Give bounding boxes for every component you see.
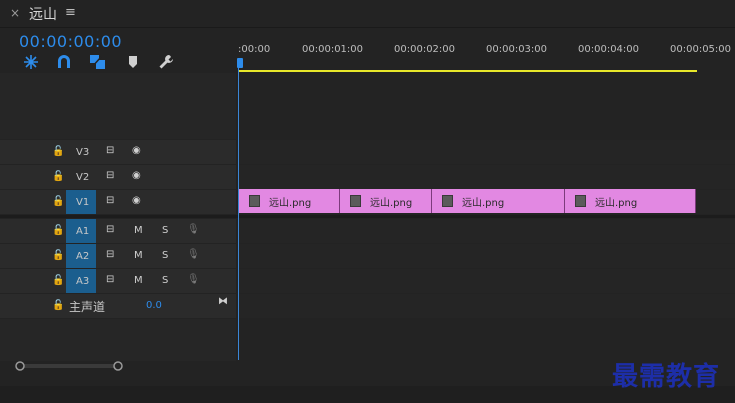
track-header-v2: 🔓 V2 ⊟ ◉	[0, 165, 236, 189]
sequence-tab-title[interactable]: 远山	[29, 4, 57, 24]
track-name-a3[interactable]: A3	[76, 276, 89, 287]
track-lane-v3[interactable]	[238, 140, 735, 164]
track-lane-a2[interactable]	[238, 244, 735, 268]
playhead-handle[interactable]	[237, 58, 243, 68]
ruler-tick-label: 00:00:05:00	[670, 44, 732, 55]
track-name-v3[interactable]: V3	[76, 147, 89, 158]
track-header-a3: 🔓 A3 ⊟ M S 🎙	[0, 269, 236, 293]
close-tab-icon[interactable]: ×	[10, 6, 20, 20]
microphone-icon[interactable]: 🎙	[187, 249, 200, 260]
track-lane-v2[interactable]	[238, 165, 735, 189]
sync-lock-icon[interactable]: ⊟	[106, 249, 114, 260]
clip-label: 远山.png	[370, 198, 413, 209]
clip-label: 远山.png	[462, 198, 505, 209]
video-audio-divider[interactable]	[0, 215, 735, 218]
lock-icon[interactable]: 🔓	[52, 300, 64, 311]
track-name-a1[interactable]: A1	[76, 226, 89, 237]
sync-lock-icon[interactable]: ⊟	[106, 224, 114, 235]
clip[interactable]: 远山.png	[239, 189, 340, 213]
sync-lock-icon[interactable]: ⊟	[106, 170, 114, 181]
master-volume-value[interactable]: 0.0	[146, 300, 162, 311]
eye-icon[interactable]: ◉	[132, 170, 141, 181]
ruler-tick-label: :00:00	[238, 44, 271, 55]
linked-selection-icon[interactable]	[89, 54, 107, 70]
microphone-icon[interactable]: 🎙	[187, 224, 200, 235]
clip-label: 远山.png	[269, 198, 312, 209]
track-header-a1: 🔓 A1 ⊟ M S 🎙	[0, 219, 236, 243]
ruler-tick-label: 00:00:02:00	[394, 44, 456, 55]
panel-title-bar	[0, 0, 735, 28]
lock-icon[interactable]: 🔓	[52, 275, 64, 286]
magnet-icon[interactable]	[55, 54, 73, 70]
track-name-v1[interactable]: V1	[76, 197, 89, 208]
solo-button[interactable]: S	[162, 225, 168, 236]
zoom-scrollbar[interactable]	[14, 361, 124, 371]
mute-button[interactable]: M	[134, 225, 143, 236]
go-to-bounds-icon[interactable]: ⧓	[218, 296, 228, 307]
mute-button[interactable]: M	[134, 250, 143, 261]
track-header-v1: 🔓 V1 ⊟ ◉	[0, 190, 236, 214]
work-area-bar[interactable]	[238, 70, 697, 72]
sync-lock-icon[interactable]: ⊟	[106, 274, 114, 285]
image-clip-icon	[249, 195, 260, 207]
image-clip-icon	[350, 195, 361, 207]
clip[interactable]: 远山.png	[340, 189, 432, 213]
eye-icon[interactable]: ◉	[132, 195, 141, 206]
watermark: 最需教育	[612, 362, 721, 392]
eye-icon[interactable]: ◉	[132, 145, 141, 156]
clip[interactable]: 远山.png	[432, 189, 565, 213]
image-clip-icon	[575, 195, 586, 207]
playhead-timecode[interactable]: 00:00:00:00	[19, 32, 122, 51]
solo-button[interactable]: S	[162, 250, 168, 261]
track-lane-master[interactable]	[238, 294, 735, 318]
snap-icon[interactable]	[22, 54, 40, 70]
timeline-empty-area	[238, 73, 735, 139]
panel-menu-icon[interactable]: ≡	[65, 5, 76, 20]
clip-label: 远山.png	[595, 198, 638, 209]
lock-icon[interactable]: 🔓	[52, 196, 64, 207]
playhead-line[interactable]	[238, 68, 239, 360]
image-clip-icon	[442, 195, 453, 207]
ruler-tick-label: 00:00:01:00	[302, 44, 364, 55]
lock-icon[interactable]: 🔓	[52, 250, 64, 261]
lock-icon[interactable]: 🔓	[52, 146, 64, 157]
time-ruler[interactable]: :00:00 00:00:01:00 00:00:02:00 00:00:03:…	[238, 30, 735, 72]
track-header-v3: 🔓 V3 ⊟ ◉	[0, 140, 236, 164]
marker-icon[interactable]	[125, 54, 143, 70]
track-header-empty-area	[0, 73, 236, 139]
ruler-tick-label: 00:00:04:00	[578, 44, 640, 55]
wrench-icon[interactable]	[158, 54, 176, 70]
lock-icon[interactable]: 🔓	[52, 225, 64, 236]
mute-button[interactable]: M	[134, 275, 143, 286]
clip[interactable]: 远山.png	[565, 189, 696, 213]
lock-icon[interactable]: 🔓	[52, 171, 64, 182]
master-track-label: 主声道	[69, 300, 106, 314]
track-header-master: 🔓 主声道 0.0 ⧓	[0, 294, 236, 318]
track-name-a2[interactable]: A2	[76, 251, 89, 262]
track-header-a2: 🔓 A2 ⊟ M S 🎙	[0, 244, 236, 268]
sync-lock-icon[interactable]: ⊟	[106, 145, 114, 156]
microphone-icon[interactable]: 🎙	[187, 274, 200, 285]
timeline-empty-area	[238, 319, 735, 361]
solo-button[interactable]: S	[162, 275, 168, 286]
ruler-tick-label: 00:00:03:00	[486, 44, 548, 55]
track-header-empty-area	[0, 319, 236, 361]
track-name-v2[interactable]: V2	[76, 172, 89, 183]
track-lane-a3[interactable]	[238, 269, 735, 293]
sync-lock-icon[interactable]: ⊟	[106, 195, 114, 206]
track-lane-a1[interactable]	[238, 219, 735, 243]
